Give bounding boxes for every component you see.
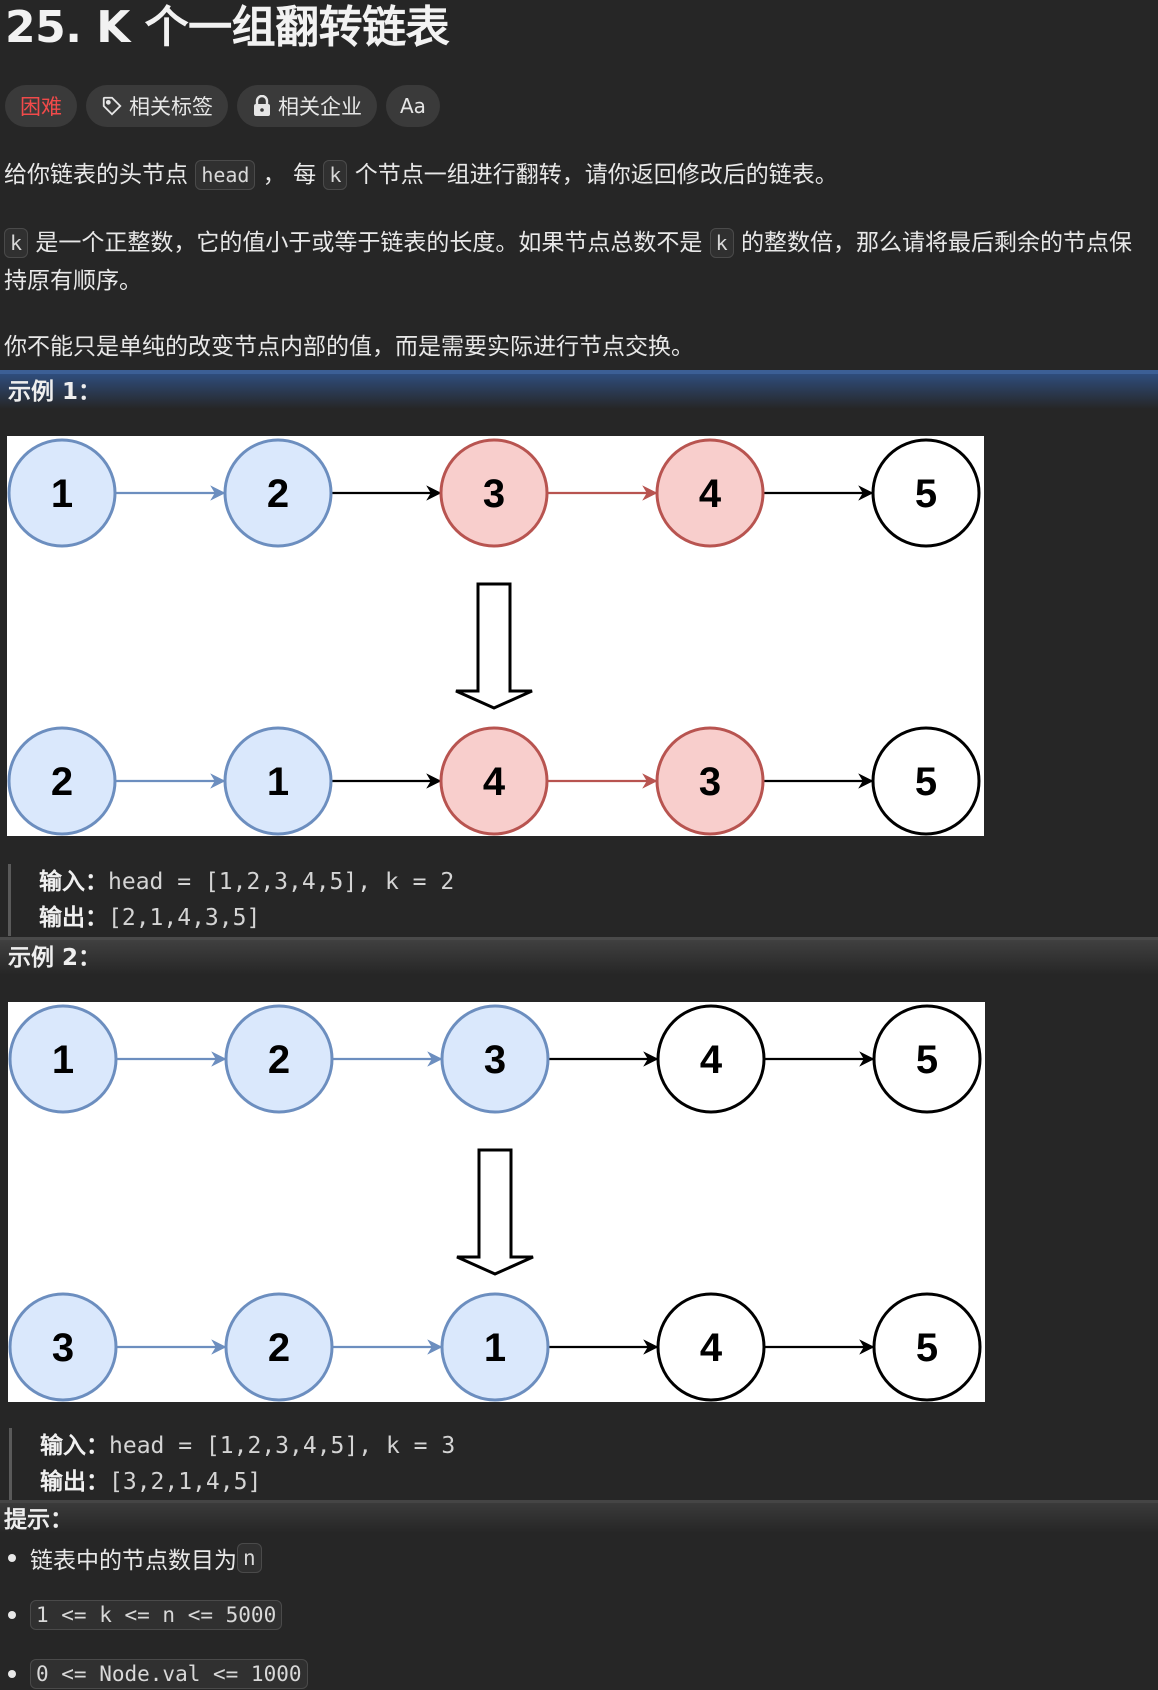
list-node-value: 4	[483, 760, 506, 804]
list-node-value: 2	[51, 760, 73, 804]
input-value: head = [1,2,3,4,5], k = 2	[108, 869, 455, 895]
inline-code-constraint-val: 0 <= Node.val <= 1000	[30, 1659, 308, 1689]
lock-icon	[252, 95, 272, 117]
text: ， 每	[255, 162, 324, 188]
list-node-value: 5	[916, 1038, 938, 1082]
example-1-input: 输入：head = [1,2,3,4,5], k = 2	[39, 864, 454, 900]
hint-item-2: 1 <= k <= n <= 5000	[8, 1600, 283, 1630]
example-2-output: 输出：[3,2,1,4,5]	[40, 1464, 455, 1500]
hints-heading: 提示：	[0, 1500, 1158, 1537]
problem-title: 25. K 个一组翻转链表	[5, 2, 450, 53]
related-companies-button[interactable]: 相关企业	[237, 85, 377, 127]
description-paragraph-3: 你不能只是单纯的改变节点内部的值，而是需要实际进行节点交换。	[4, 334, 694, 360]
example-2-io: 输入：head = [1,2,3,4,5], k = 3 输出：[3,2,1,4…	[9, 1428, 455, 1500]
list-node-value: 1	[52, 1038, 74, 1082]
list-node-value: 1	[484, 1326, 506, 1370]
input-label: 输入：	[40, 1433, 109, 1459]
hints-label: 提示：	[4, 1507, 73, 1533]
input-value: head = [1,2,3,4,5], k = 3	[109, 1433, 456, 1459]
example-2-input: 输入：head = [1,2,3,4,5], k = 3	[40, 1428, 455, 1464]
example-1-heading: 示例 1：	[0, 370, 1158, 410]
list-node-value: 1	[51, 472, 73, 516]
tag-bar: 困难 相关标签 相关企业 Aa	[5, 85, 440, 127]
description-paragraph-1: 给你链表的头节点 head ， 每 k 个节点一组进行翻转，请你返回修改后的链表…	[4, 156, 1154, 194]
font-size-button[interactable]: Aa	[386, 85, 440, 127]
related-tags-button[interactable]: 相关标签	[86, 85, 228, 127]
example-1-output: 输出：[2,1,4,3,5]	[39, 900, 454, 936]
hint-item-1: 链表中的节点数目为 n	[8, 1541, 262, 1575]
inline-code-k: k	[4, 228, 29, 258]
list-node-value: 2	[267, 472, 289, 516]
list-node-value: 3	[699, 760, 721, 804]
example-2-figure: 1 2 3 4 5 3 2 1 4 5	[8, 1002, 985, 1402]
output-value: [3,2,1,4,5]	[109, 1469, 262, 1495]
text: 个节点一组进行翻转，请你返回修改后的链表。	[347, 162, 838, 188]
inline-code-k: k	[709, 228, 734, 258]
text: 是一个正整数，它的值小于或等于链表的长度。如果节点总数不是	[28, 230, 710, 256]
example-1-figure: 1 2 3 4 5 2 1 4 3 5	[7, 436, 984, 836]
text: 给你链表的头节点	[4, 162, 196, 188]
list-node-value: 3	[52, 1326, 74, 1370]
list-node-value: 1	[267, 760, 289, 804]
list-node-value: 2	[268, 1038, 290, 1082]
list-node-value: 5	[916, 1326, 938, 1370]
example-2-diagram: 1 2 3 4 5 3 2 1 4 5	[8, 1004, 982, 1402]
related-tags-label: 相关标签	[129, 95, 213, 119]
example-1-diagram: 1 2 3 4 5 2 1 4 3 5	[7, 438, 981, 836]
inline-code-n: n	[237, 1543, 262, 1573]
output-label: 输出：	[39, 905, 108, 931]
list-node-value: 2	[268, 1326, 290, 1370]
list-node-value: 3	[484, 1038, 506, 1082]
example-1-label: 示例 1：	[8, 379, 102, 405]
inline-code-k: k	[323, 160, 348, 190]
output-value: [2,1,4,3,5]	[108, 905, 261, 931]
list-node-value: 4	[700, 1326, 723, 1370]
list-node-value: 5	[915, 760, 937, 804]
bullet-icon	[8, 1670, 16, 1678]
related-companies-label: 相关企业	[278, 95, 362, 119]
hint-item-3: 0 <= Node.val <= 1000	[8, 1659, 308, 1689]
input-label: 输入：	[39, 869, 108, 895]
list-node-value: 3	[483, 472, 505, 516]
bullet-icon	[8, 1611, 16, 1619]
example-2-label: 示例 2：	[8, 945, 102, 971]
hint-text: 链表中的节点数目为	[30, 1548, 237, 1574]
down-arrow-icon	[455, 582, 533, 710]
inline-code-head: head	[195, 160, 256, 190]
output-label: 输出：	[40, 1469, 109, 1495]
down-arrow-icon	[456, 1148, 534, 1276]
tag-icon	[101, 95, 123, 117]
bullet-icon	[8, 1554, 16, 1562]
list-node-value: 4	[699, 472, 722, 516]
description-paragraph-2: k 是一个正整数，它的值小于或等于链表的长度。如果节点总数不是 k 的整数倍，那…	[4, 224, 1154, 300]
translate-font-icon: Aa	[400, 94, 426, 118]
difficulty-badge: 困难	[5, 85, 77, 127]
difficulty-label: 困难	[20, 95, 62, 119]
list-node-value: 5	[915, 472, 937, 516]
example-2-heading: 示例 2：	[0, 937, 1158, 976]
list-node-value: 4	[700, 1038, 723, 1082]
inline-code-constraint-k: 1 <= k <= n <= 5000	[30, 1600, 283, 1630]
example-1-io: 输入：head = [1,2,3,4,5], k = 2 输出：[2,1,4,3…	[8, 864, 454, 936]
